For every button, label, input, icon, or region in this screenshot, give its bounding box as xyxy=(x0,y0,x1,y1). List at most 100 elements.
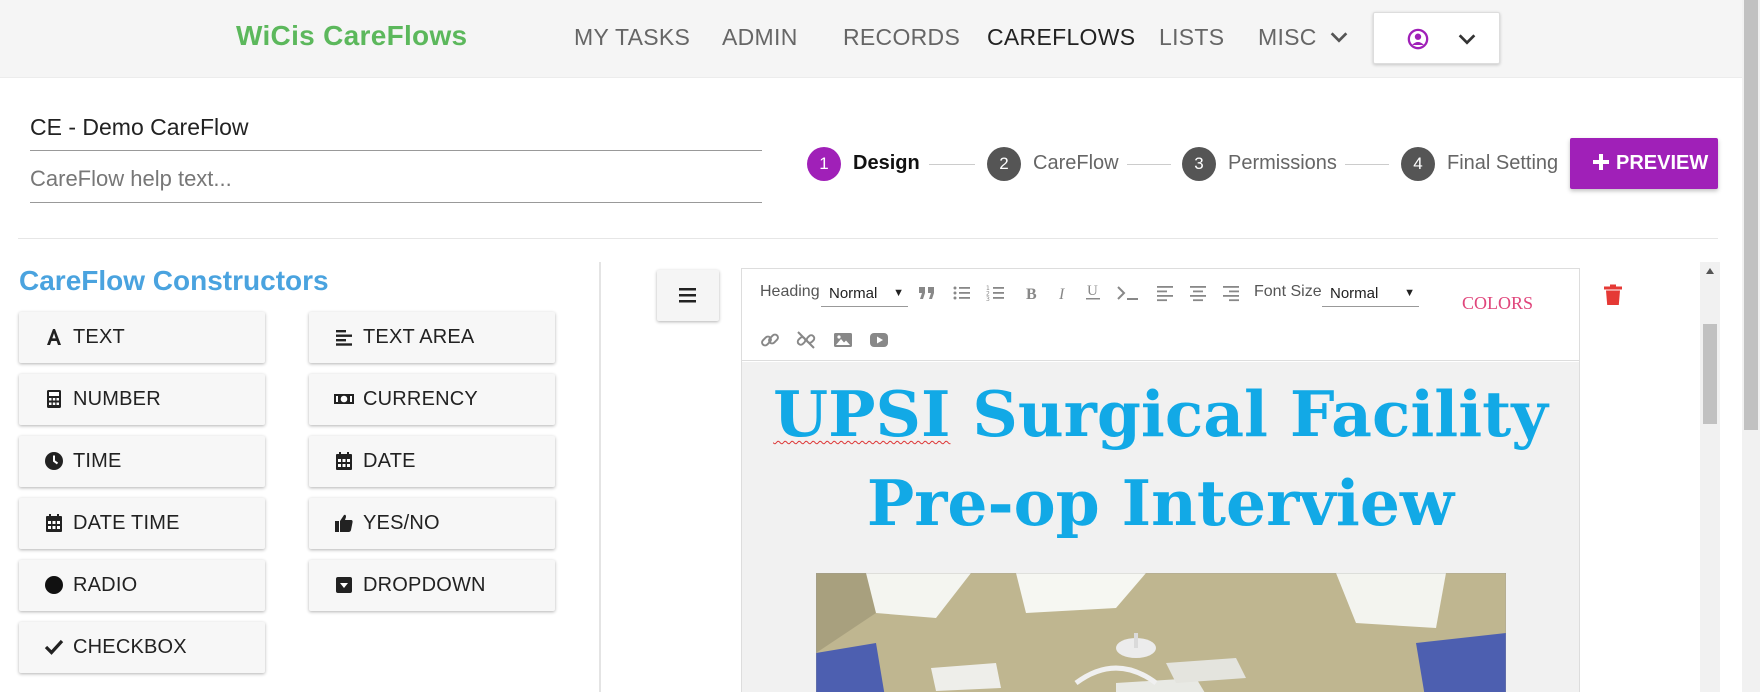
align-left-icon xyxy=(336,330,352,346)
font-size-label: Font Size xyxy=(1254,283,1322,300)
page-scrollbar[interactable] xyxy=(1742,0,1760,692)
operating-room-image xyxy=(816,573,1506,692)
nav-misc[interactable]: MISC xyxy=(1258,24,1317,51)
step-connector xyxy=(1345,164,1389,165)
constructor-label: YES/NO xyxy=(363,512,440,534)
chevron-down-icon xyxy=(1458,34,1476,45)
calendar-icon xyxy=(336,452,352,470)
font-size-select-value: Normal xyxy=(1330,285,1379,302)
hamburger-icon xyxy=(679,288,696,303)
constructor-label: NUMBER xyxy=(73,388,161,410)
user-menu-button[interactable] xyxy=(1373,12,1500,64)
divider xyxy=(599,262,601,692)
step-label: Design xyxy=(853,152,920,174)
step-number: 3 xyxy=(1182,147,1216,181)
dropdown-arrow-icon: ▼ xyxy=(1404,287,1415,299)
numbered-list-icon[interactable]: 1 2 3 xyxy=(986,283,1006,303)
rich-text-editor[interactable]: Heading Normal ▼ 1 2 3 B I U Font Size N… xyxy=(741,268,1580,692)
constructor-date-button[interactable]: DATE xyxy=(309,436,555,487)
heading-line-1-rest: Surgical Facility xyxy=(972,377,1548,451)
user-avatar-icon xyxy=(1407,28,1429,50)
editor-content[interactable]: UPSI Surgical Facility Pre-op Interview xyxy=(742,362,1579,692)
svg-text:3: 3 xyxy=(986,296,990,303)
scrollbar-thumb[interactable] xyxy=(1703,324,1717,424)
font-size-select[interactable]: Normal ▼ xyxy=(1322,281,1419,307)
constructor-label: RADIO xyxy=(73,574,138,596)
underline-icon[interactable]: U xyxy=(1083,281,1103,301)
scroll-up-arrow-icon[interactable] xyxy=(1706,268,1714,274)
constructor-label: DATE TIME xyxy=(73,512,180,534)
constructor-number-button[interactable]: NUMBER xyxy=(19,374,265,425)
align-center-icon[interactable] xyxy=(1188,283,1208,303)
colors-button[interactable]: COLORS xyxy=(1462,293,1533,314)
top-navbar: WiCis CareFlows MY TASKS ADMIN RECORDS C… xyxy=(0,0,1742,78)
video-icon[interactable] xyxy=(869,330,889,350)
heading-line-2: Pre-op Interview xyxy=(866,466,1455,540)
nav-my-tasks[interactable]: MY TASKS xyxy=(574,24,690,51)
constructor-checkbox-button[interactable]: CHECKBOX xyxy=(19,622,265,673)
scrollbar-thumb[interactable] xyxy=(1744,0,1758,430)
constructor-label: CURRENCY xyxy=(363,388,478,410)
clock-icon xyxy=(45,452,63,470)
brand-logo[interactable]: WiCis CareFlows xyxy=(236,20,467,52)
step-connector xyxy=(929,164,975,165)
blockquote-icon[interactable] xyxy=(917,283,937,303)
step-number: 1 xyxy=(807,147,841,181)
italic-icon[interactable]: I xyxy=(1054,283,1074,303)
circle-icon xyxy=(45,576,63,594)
plus-icon xyxy=(1593,154,1609,170)
step-label: Final Setting xyxy=(1447,152,1557,174)
svg-text:B: B xyxy=(1026,286,1037,303)
heading-label: Heading xyxy=(760,283,820,300)
nav-lists[interactable]: LISTS xyxy=(1159,24,1224,51)
preview-button[interactable]: PREVIEW xyxy=(1570,138,1718,189)
align-left-icon[interactable] xyxy=(1155,283,1175,303)
step-label: Permissions xyxy=(1228,152,1337,174)
bullet-list-icon[interactable] xyxy=(952,283,972,303)
calendar-icon xyxy=(46,514,62,532)
constructor-label: DROPDOWN xyxy=(363,574,486,596)
constructor-textarea-button[interactable]: TEXT AREA xyxy=(309,312,555,363)
step-connector xyxy=(1127,164,1171,165)
image-icon[interactable] xyxy=(833,330,853,350)
align-right-icon[interactable] xyxy=(1221,283,1241,303)
svg-text:U: U xyxy=(1087,283,1098,299)
constructor-text-button[interactable]: TEXT xyxy=(19,312,265,363)
constructor-datetime-button[interactable]: DATE TIME xyxy=(19,498,265,549)
constructor-yesno-button[interactable]: YES/NO xyxy=(309,498,555,549)
nav-records[interactable]: RECORDS xyxy=(843,24,960,51)
heading-select[interactable]: Normal ▼ xyxy=(821,281,908,307)
heading-select-value: Normal xyxy=(829,285,878,302)
step-number: 2 xyxy=(987,147,1021,181)
constructor-label: DATE xyxy=(363,450,416,472)
careflow-help-field[interactable]: CareFlow help text... xyxy=(30,158,762,203)
dropdown-arrow-icon: ▼ xyxy=(893,287,904,299)
constructor-currency-button[interactable]: CURRENCY xyxy=(309,374,555,425)
text-icon xyxy=(47,329,61,345)
nav-admin[interactable]: ADMIN xyxy=(722,24,798,51)
constructors-title: CareFlow Constructors xyxy=(19,265,329,296)
step-final-setting[interactable]: 4 Final Setting xyxy=(1401,147,1557,183)
editor-scrollbar[interactable] xyxy=(1700,262,1720,692)
code-icon[interactable] xyxy=(1116,283,1140,303)
nav-careflows[interactable]: CAREFLOWS xyxy=(987,24,1135,51)
step-number: 4 xyxy=(1401,147,1435,181)
check-icon xyxy=(44,639,64,655)
document-heading: UPSI Surgical Facility Pre-op Interview xyxy=(742,370,1579,548)
trash-icon[interactable] xyxy=(1603,284,1623,306)
preview-label: PREVIEW xyxy=(1616,152,1709,174)
svg-text:I: I xyxy=(1058,286,1065,303)
unlink-icon[interactable] xyxy=(796,330,816,350)
step-label: CareFlow xyxy=(1033,152,1119,174)
link-icon[interactable] xyxy=(760,330,780,350)
constructor-time-button[interactable]: TIME xyxy=(19,436,265,487)
constructor-radio-button[interactable]: RADIO xyxy=(19,560,265,611)
editor-menu-button[interactable] xyxy=(657,270,719,321)
chevron-down-icon[interactable] xyxy=(1328,26,1350,48)
constructor-label: TEXT xyxy=(73,326,125,348)
bold-icon[interactable]: B xyxy=(1022,283,1042,303)
caret-square-down-icon xyxy=(336,577,352,593)
heading-word-misspelled: UPSI xyxy=(773,377,951,451)
constructor-dropdown-button[interactable]: DROPDOWN xyxy=(309,560,555,611)
careflow-title-field[interactable]: CE - Demo CareFlow xyxy=(30,106,762,151)
